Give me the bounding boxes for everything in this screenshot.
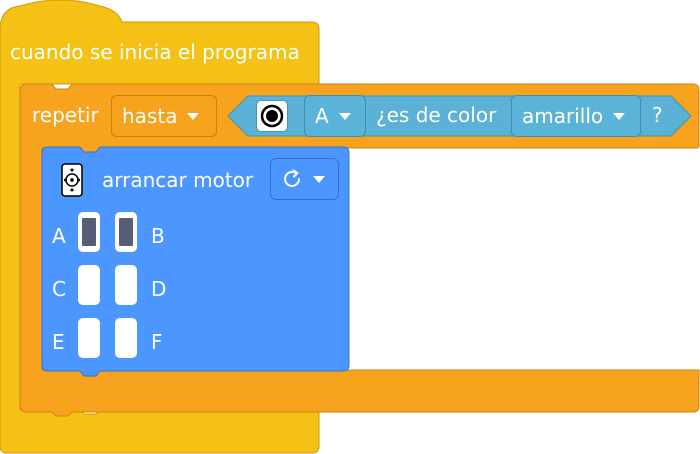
- port-label-d: D: [151, 277, 167, 301]
- port-label-b: B: [151, 224, 165, 248]
- condition-text: ¿es de color: [376, 103, 497, 127]
- repeat-label: repetir: [32, 103, 99, 127]
- clockwise-arrow-icon: [284, 169, 300, 187]
- port-toggle-e[interactable]: [78, 318, 100, 358]
- port-toggle-d[interactable]: [115, 265, 137, 305]
- port-toggle-a[interactable]: [78, 212, 100, 252]
- motor-block-label: arrancar motor: [102, 168, 254, 192]
- port-label-e: E: [52, 330, 65, 354]
- port-label-a: A: [52, 224, 66, 248]
- motor-remote-icon: [60, 163, 84, 197]
- port-label-c: C: [52, 277, 66, 301]
- color-value: amarillo: [522, 104, 604, 128]
- hat-block-label: cuando se inicia el programa: [10, 40, 300, 64]
- chevron-down-icon: [187, 112, 200, 120]
- port-toggle-b[interactable]: [115, 212, 137, 252]
- color-sensor-icon: [256, 100, 288, 132]
- chevron-down-icon: [338, 112, 351, 120]
- chevron-down-icon: [313, 175, 325, 183]
- port-toggle-c[interactable]: [78, 265, 100, 305]
- sensor-port-dropdown[interactable]: A: [304, 95, 366, 137]
- blocks-canvas: [0, 0, 700, 454]
- sensor-port-value: A: [315, 104, 329, 128]
- repeat-mode-value: hasta: [122, 104, 178, 128]
- chevron-down-icon: [613, 112, 626, 120]
- color-dropdown[interactable]: amarillo: [511, 95, 641, 137]
- motor-direction-dropdown[interactable]: [270, 158, 339, 200]
- port-label-f: F: [151, 330, 163, 354]
- port-toggle-f[interactable]: [115, 318, 137, 358]
- repeat-mode-dropdown[interactable]: hasta: [111, 95, 217, 137]
- question-mark: ?: [652, 103, 663, 127]
